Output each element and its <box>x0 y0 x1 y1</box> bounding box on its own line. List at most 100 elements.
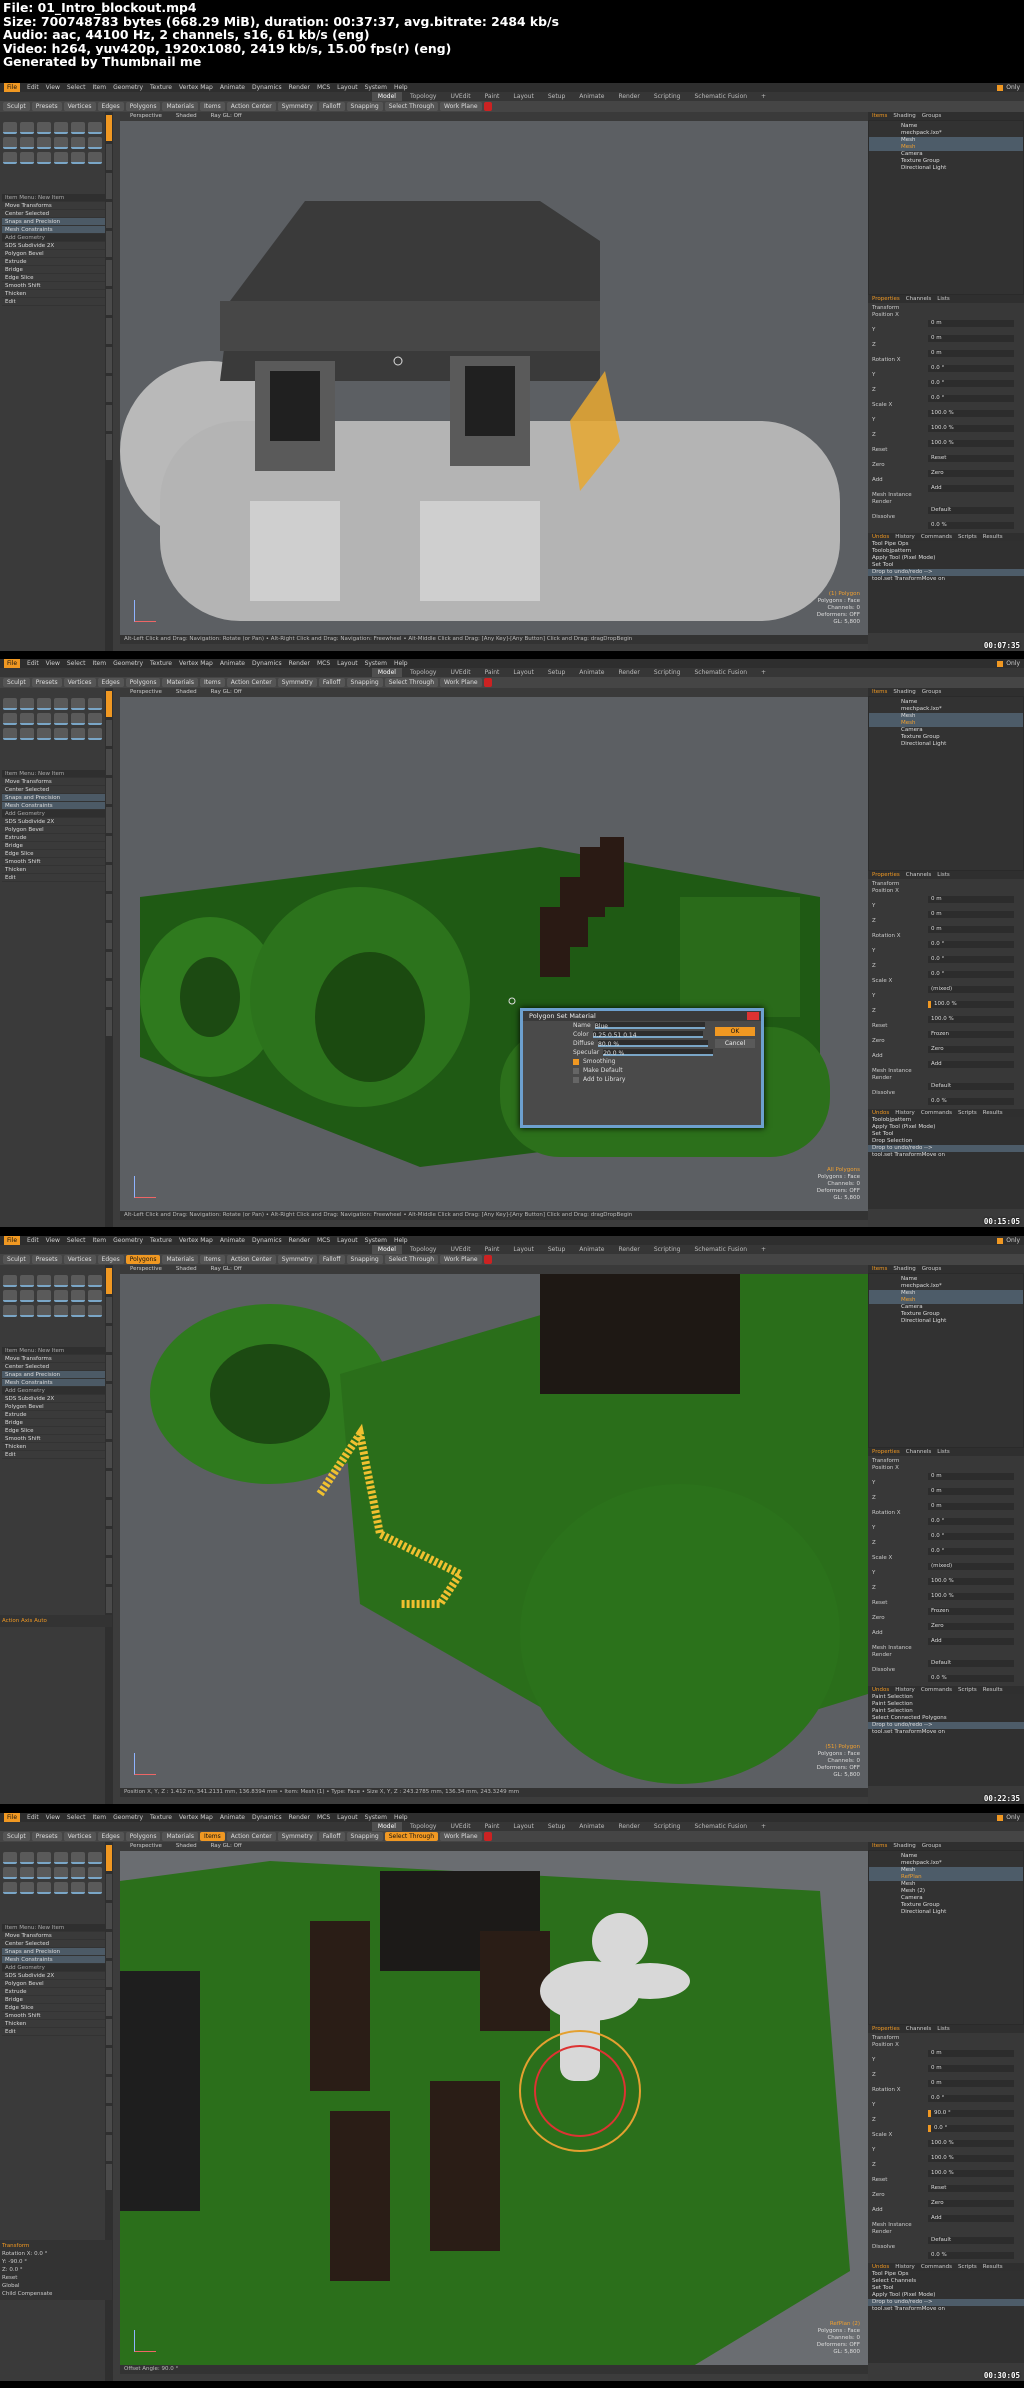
toolbar-button[interactable]: Sculpt <box>3 1832 30 1841</box>
items-tab[interactable]: Items <box>872 688 887 696</box>
property-field[interactable]: Add <box>928 1638 1014 1645</box>
tool-icon[interactable] <box>88 698 102 710</box>
toolbar-button[interactable]: Sculpt <box>3 678 30 687</box>
tool-icon[interactable] <box>20 1852 34 1864</box>
viewport-tab[interactable]: Perspective <box>130 112 162 121</box>
tool-icon[interactable] <box>3 698 17 710</box>
vertical-tab[interactable] <box>106 376 112 402</box>
tree-item[interactable]: mechpack.lxo* <box>869 1283 1023 1290</box>
command-input[interactable]: tool.set TransformMove on <box>868 2306 1024 2313</box>
tree-item[interactable]: Directional Light <box>869 1909 1023 1916</box>
vertical-tab[interactable] <box>106 1326 112 1352</box>
command-tab[interactable]: Results <box>983 1109 1003 1117</box>
toolbar-button[interactable]: Vertices <box>63 102 96 111</box>
vertical-tab[interactable] <box>106 144 112 170</box>
viewport-tab[interactable]: Ray GL: Off <box>211 688 242 697</box>
items-tab[interactable]: Items <box>872 1842 887 1850</box>
menu-item[interactable]: Texture <box>150 1813 172 1822</box>
viewport[interactable]: Perspective Shaded Ray GL: Off All Polygons… <box>120 688 868 1220</box>
toolbar-button[interactable]: Materials <box>162 1255 198 1264</box>
tree-item[interactable]: Directional Light <box>869 741 1023 748</box>
menu-item[interactable]: Layout <box>337 1813 357 1822</box>
tree-item[interactable]: Texture Group <box>869 1902 1023 1909</box>
tool-list-item[interactable]: Thicken <box>2 2020 106 2028</box>
history-item[interactable]: Paint Selection <box>868 1708 1024 1715</box>
toolbar-button[interactable]: Presets <box>31 1255 62 1264</box>
properties-tab[interactable]: Properties <box>872 295 900 303</box>
property-field[interactable]: 90.0 ° <box>928 2110 1014 2117</box>
tool-icon[interactable] <box>71 728 85 740</box>
property-field[interactable]: 100.0 % <box>928 425 1014 432</box>
tool-icon[interactable] <box>54 1290 68 1302</box>
tool-list-item[interactable]: Bridge <box>2 266 106 274</box>
menu-item[interactable]: Geometry <box>113 1813 143 1822</box>
property-field[interactable]: 0 m <box>928 896 1014 903</box>
menu-item[interactable]: Edit <box>27 83 39 92</box>
tool-icon[interactable] <box>37 1275 51 1287</box>
property-field[interactable]: 100.0 % <box>928 440 1014 447</box>
mode-tab[interactable]: Model <box>371 1822 402 1831</box>
menu-item[interactable]: Render <box>289 659 310 668</box>
tool-list-item[interactable]: Edit <box>2 874 106 882</box>
toolbar-button[interactable]: Materials <box>162 1832 198 1841</box>
toolbar-button[interactable]: Polygons <box>125 678 161 687</box>
items-tab[interactable]: Items <box>872 112 887 120</box>
viewport-3d-scene[interactable] <box>120 697 868 1220</box>
tool-list-item[interactable]: Snaps and Precision <box>2 218 106 226</box>
mode-tab[interactable]: Animate <box>573 1245 610 1254</box>
command-tab[interactable]: History <box>895 1109 915 1117</box>
menu-item[interactable]: Render <box>289 1236 310 1245</box>
tool-icon[interactable] <box>54 698 68 710</box>
tool-icon[interactable] <box>71 698 85 710</box>
vertical-tab[interactable] <box>106 260 112 286</box>
mode-tab[interactable]: Schematic Fusion <box>689 668 754 677</box>
viewport-tab[interactable]: Shaded <box>176 1842 197 1851</box>
property-field[interactable]: 0 m <box>928 2050 1014 2057</box>
mode-tab[interactable]: Topology <box>404 92 443 101</box>
tree-item[interactable]: Camera <box>869 1895 1023 1902</box>
menu-item[interactable]: Vertex Map <box>179 659 213 668</box>
command-tab[interactable]: Undos <box>872 2263 889 2271</box>
tool-icon[interactable] <box>54 728 68 740</box>
tool-list-item[interactable]: Add Geometry <box>2 1387 106 1395</box>
menu-item[interactable]: Texture <box>150 1236 172 1245</box>
history-item[interactable]: Toolobjpattern <box>868 548 1024 555</box>
record-icon[interactable] <box>483 678 492 687</box>
toolbar-button[interactable]: Snapping <box>346 1832 383 1841</box>
toolbar-button[interactable]: Edges <box>97 102 124 111</box>
menu-item[interactable]: Item <box>92 1236 106 1245</box>
property-field[interactable]: 0 m <box>928 2080 1014 2087</box>
toolbar-button[interactable]: Items <box>199 678 225 687</box>
tool-icon[interactable] <box>3 1852 17 1864</box>
tool-icon[interactable] <box>54 1867 68 1879</box>
mode-tab[interactable]: Layout <box>507 1245 539 1254</box>
tool-list-item[interactable]: SDS Subdivide 2X <box>2 1972 106 1980</box>
mode-tab[interactable]: Setup <box>542 1822 571 1831</box>
checkbox[interactable] <box>573 1076 579 1083</box>
tool-list-item[interactable]: Thicken <box>2 290 106 298</box>
toolbar-button[interactable]: Materials <box>162 102 198 111</box>
mode-tab[interactable]: Topology <box>404 1245 443 1254</box>
tree-item[interactable]: mechpack.lxo* <box>869 706 1023 713</box>
record-icon[interactable] <box>483 1255 492 1264</box>
tool-icon[interactable] <box>3 1867 17 1879</box>
items-tab[interactable]: Shading <box>893 688 915 696</box>
viewport-tab[interactable]: Perspective <box>130 688 162 697</box>
dialog-field-input[interactable]: 20.0 % <box>603 1049 714 1057</box>
items-tab[interactable]: Shading <box>893 1265 915 1273</box>
tool-icon[interactable] <box>88 152 102 164</box>
tool-icon[interactable] <box>3 728 17 740</box>
command-tab[interactable]: Scripts <box>958 1686 977 1694</box>
tool-list-item[interactable]: Thicken <box>2 1443 106 1451</box>
menu-item[interactable]: MCS <box>317 659 330 668</box>
menu-item[interactable]: System <box>365 659 387 668</box>
tool-icon[interactable] <box>54 1852 68 1864</box>
tool-icon[interactable] <box>37 137 51 149</box>
viewport-tab[interactable]: Ray GL: Off <box>211 112 242 121</box>
command-input[interactable]: tool.set TransformMove on <box>868 1729 1024 1736</box>
tree-item[interactable]: mechpack.lxo* <box>869 1860 1023 1867</box>
menu-item[interactable]: Geometry <box>113 659 143 668</box>
tool-icon[interactable] <box>54 1275 68 1287</box>
tool-icon[interactable] <box>71 1867 85 1879</box>
toolbar-button[interactable]: Select Through <box>384 1255 439 1264</box>
